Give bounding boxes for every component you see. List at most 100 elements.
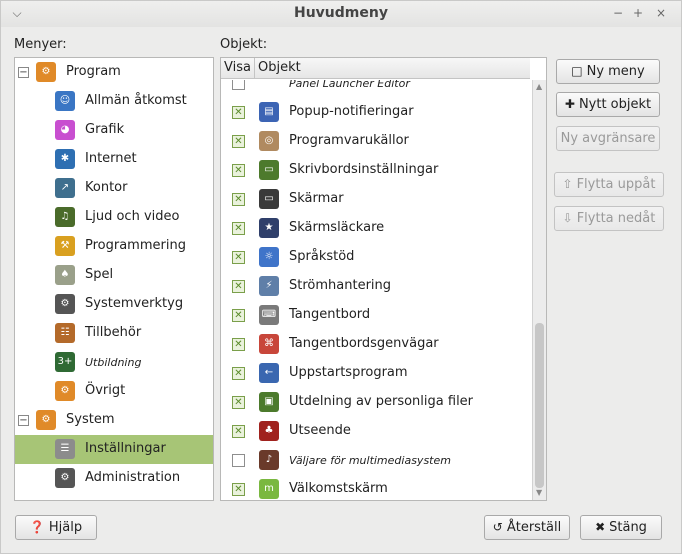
- tree-item[interactable]: ♠ Spel: [15, 261, 213, 290]
- tree-item[interactable]: ⚒ Programmering: [15, 232, 213, 261]
- table-row[interactable]: ✕ ⚡ Strömhantering: [221, 272, 529, 301]
- help-button[interactable]: ❓ Hjälp: [15, 515, 97, 540]
- show-checkbox[interactable]: ✕: [232, 309, 245, 322]
- table-row[interactable]: ✕ ★ Skärmsläckare: [221, 214, 529, 243]
- show-checkbox[interactable]: [232, 80, 245, 90]
- tree-item-label: Systemverktyg: [85, 296, 184, 311]
- displays-icon: ▭: [259, 189, 279, 209]
- close-button[interactable]: ✖ Stäng: [580, 515, 662, 540]
- show-checkbox[interactable]: ✕: [232, 135, 245, 148]
- tree-item[interactable]: ☷ Tillbehör: [15, 319, 213, 348]
- power-management-icon: ⚡: [259, 276, 279, 296]
- item-label: Tangentbordsgenvägar: [289, 336, 439, 351]
- table-row[interactable]: ✕ m Välkomstskärm: [221, 475, 529, 500]
- main-menu-window: ⌵ Huvudmeny − + × Menyer: Objekt: − ⚙ Prog…: [0, 0, 682, 554]
- show-checkbox[interactable]: ✕: [232, 164, 245, 177]
- table-row[interactable]: ♪ Väljare för multimediasystem: [221, 446, 529, 475]
- show-checkbox[interactable]: ✕: [232, 193, 245, 206]
- scroll-up-arrow-icon[interactable]: ▲: [536, 82, 542, 91]
- close-x-icon: ✖: [595, 520, 606, 534]
- close-window-icon[interactable]: ×: [651, 3, 671, 23]
- maximize-icon[interactable]: +: [628, 3, 648, 23]
- tree-item[interactable]: 3+ Utbildning: [15, 348, 213, 377]
- desktop-settings-icon: ▭: [259, 160, 279, 180]
- expander-minus-icon[interactable]: −: [18, 67, 29, 78]
- tree-item[interactable]: ↗ Kontor: [15, 174, 213, 203]
- table-row[interactable]: ✕ ▭ Skärmar: [221, 185, 529, 214]
- show-checkbox[interactable]: ✕: [232, 251, 245, 264]
- tree-item[interactable]: ⚙ Administration: [15, 464, 213, 493]
- tree-item[interactable]: ✱ Internet: [15, 145, 213, 174]
- table-row[interactable]: ✕ ⌨ Tangentbord: [221, 301, 529, 330]
- education-icon: 3+: [55, 352, 75, 372]
- move-up-label: Flytta uppåt: [576, 177, 656, 192]
- help-icon: ❓: [29, 520, 45, 534]
- menus-tree[interactable]: − ⚙ Program ☺ Allmän åtkomst ◕ Grafik ✱ Internet…: [14, 57, 214, 501]
- help-label: Hjälp: [48, 520, 83, 535]
- show-checkbox[interactable]: ✕: [232, 483, 245, 496]
- games-icon: ♠: [55, 265, 75, 285]
- screensaver-icon: ★: [259, 218, 279, 238]
- show-checkbox[interactable]: ✕: [232, 396, 245, 409]
- office-icon: ↗: [55, 178, 75, 198]
- tree-item[interactable]: ☺ Allmän åtkomst: [15, 87, 213, 116]
- software-sources-icon: ◎: [259, 131, 279, 151]
- revert-icon: ↺: [492, 520, 503, 534]
- revert-label: Återställ: [506, 520, 562, 535]
- tree-item-label: System: [66, 412, 115, 427]
- items-scrollbar[interactable]: ▲ ▼: [532, 80, 546, 500]
- menus-label: Menyer:: [14, 37, 67, 52]
- items-rows: Panel Launcher Editor ✕ ▤ Popup-notifierin…: [221, 80, 531, 500]
- table-row[interactable]: ✕ ☼ Språkstöd: [221, 243, 529, 272]
- graphics-icon: ◕: [55, 120, 75, 140]
- table-row[interactable]: ✕ ♣ Utseende: [221, 417, 529, 446]
- item-label: Strömhantering: [289, 278, 392, 293]
- tree-item[interactable]: ⚙ Övrigt: [15, 377, 213, 406]
- move-up-button[interactable]: ⇧ Flytta uppåt: [554, 172, 664, 197]
- tree-item[interactable]: − ⚙ System: [15, 406, 213, 435]
- table-row[interactable]: ✕ ◎ Programvarukällor: [221, 127, 529, 156]
- internet-icon: ✱: [55, 149, 75, 169]
- administration-icon: ⚙: [55, 468, 75, 488]
- table-row[interactable]: ✕ ▣ Utdelning av personliga filer: [221, 388, 529, 417]
- column-header-item[interactable]: Objekt: [255, 58, 530, 79]
- tree-item[interactable]: ☰ Inställningar: [15, 435, 213, 464]
- table-row[interactable]: ✕ ▭ Skrivbordsinställningar: [221, 156, 529, 185]
- keyboard-shortcuts-icon: ⌘: [259, 334, 279, 354]
- new-separator-button[interactable]: Ny avgränsare: [556, 126, 660, 151]
- show-checkbox[interactable]: ✕: [232, 338, 245, 351]
- table-row-partial[interactable]: Panel Launcher Editor: [221, 80, 529, 98]
- table-row[interactable]: ✕ ▤ Popup-notifieringar: [221, 98, 529, 127]
- tree-item[interactable]: ◕ Grafik: [15, 116, 213, 145]
- tree-item-label: Övrigt: [85, 383, 126, 398]
- new-item-button[interactable]: ✚ Nytt objekt: [556, 92, 660, 117]
- item-label: Skärmsläckare: [289, 220, 385, 235]
- show-checkbox[interactable]: ✕: [232, 367, 245, 380]
- minimize-icon[interactable]: −: [608, 3, 628, 23]
- window-title: Huvudmeny: [294, 5, 388, 21]
- column-header-show[interactable]: Visa: [221, 58, 255, 79]
- arrow-down-icon: ⇩: [562, 211, 573, 225]
- show-checkbox[interactable]: ✕: [232, 425, 245, 438]
- tree-item-label: Ljud och video: [85, 209, 180, 224]
- item-label: Programvarukällor: [289, 133, 409, 148]
- scroll-down-arrow-icon[interactable]: ▼: [536, 488, 542, 497]
- tree-item[interactable]: ♫ Ljud och video: [15, 203, 213, 232]
- expander-minus-icon[interactable]: −: [18, 415, 29, 426]
- startup-applications-icon: ←: [259, 363, 279, 383]
- new-menu-button[interactable]: □ Ny meny: [556, 59, 660, 84]
- move-down-button[interactable]: ⇩ Flytta nedåt: [554, 206, 664, 231]
- scrollbar-thumb[interactable]: [535, 323, 544, 488]
- show-checkbox[interactable]: ✕: [232, 222, 245, 235]
- tree-item[interactable]: − ⚙ Program: [15, 58, 213, 87]
- appearance-icon: ♣: [259, 421, 279, 441]
- table-row[interactable]: ✕ ⌘ Tangentbordsgenvägar: [221, 330, 529, 359]
- tree-item[interactable]: ⚙ Systemverktyg: [15, 290, 213, 319]
- show-checkbox[interactable]: ✕: [232, 106, 245, 119]
- title-bar[interactable]: ⌵ Huvudmeny − + ×: [1, 1, 681, 27]
- table-row[interactable]: ✕ ← Uppstartsprogram: [221, 359, 529, 388]
- items-table[interactable]: Visa Objekt Panel Launcher Editor ✕ ▤ Popu…: [220, 57, 547, 501]
- show-checkbox[interactable]: [232, 454, 245, 467]
- revert-button[interactable]: ↺ Återställ: [484, 515, 570, 540]
- show-checkbox[interactable]: ✕: [232, 280, 245, 293]
